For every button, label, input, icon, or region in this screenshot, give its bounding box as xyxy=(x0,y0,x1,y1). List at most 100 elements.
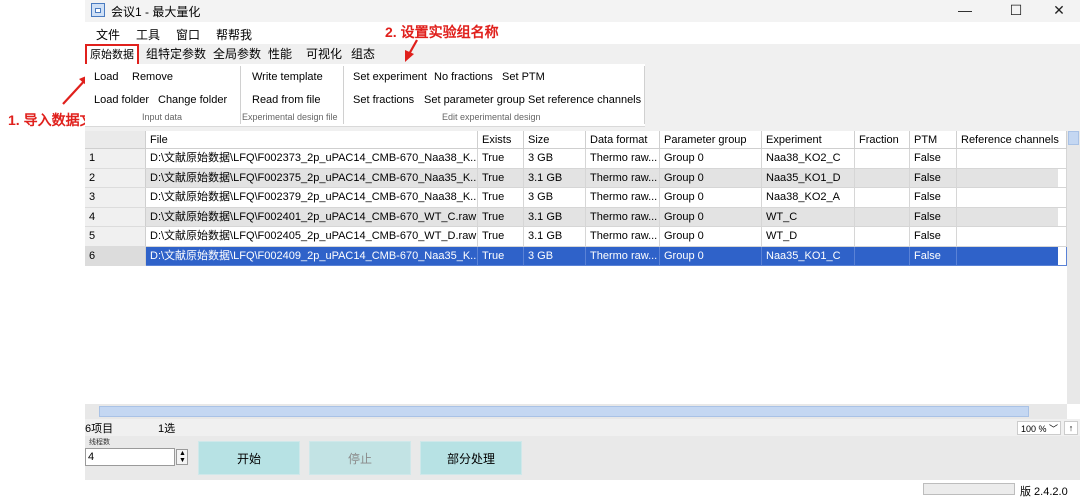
vertical-scroll-thumb[interactable] xyxy=(1068,131,1079,145)
load-button[interactable]: Load xyxy=(94,71,118,83)
cell-parameter-group[interactable]: Group 0 xyxy=(660,168,762,188)
cell-reference-channels[interactable] xyxy=(957,246,1067,266)
cell-fraction[interactable] xyxy=(855,188,910,208)
vertical-scrollbar[interactable] xyxy=(1067,131,1080,404)
close-button[interactable]: ✕ xyxy=(1036,0,1080,22)
cell-reference-channels[interactable] xyxy=(957,207,1067,227)
tab-group-params[interactable]: 组特定参数 xyxy=(144,46,208,62)
read-from-file-button[interactable]: Read from file xyxy=(252,94,320,106)
cell-data-format[interactable]: Thermo raw... xyxy=(586,168,660,188)
menu-file[interactable]: 文件 xyxy=(96,26,120,43)
threads-input[interactable]: 4 xyxy=(85,448,175,466)
row-header[interactable]: 6 xyxy=(85,246,146,266)
row-header[interactable]: 4 xyxy=(85,207,146,227)
cell-parameter-group[interactable]: Group 0 xyxy=(660,188,762,208)
horizontal-scrollbar[interactable] xyxy=(85,404,1067,419)
cell-reference-channels[interactable] xyxy=(957,168,1067,188)
cell-exists[interactable]: True xyxy=(478,246,524,266)
set-ptm-button[interactable]: Set PTM xyxy=(502,71,545,83)
column-header-size[interactable]: Size xyxy=(524,131,586,149)
cell-ptm[interactable]: False xyxy=(910,149,957,169)
cell-exists[interactable]: True xyxy=(478,149,524,169)
minimize-button[interactable]: — xyxy=(942,0,988,22)
cell-experiment[interactable]: WT_C xyxy=(762,207,855,227)
start-button[interactable]: 开始 xyxy=(198,441,300,475)
row-header[interactable]: 3 xyxy=(85,188,146,208)
cell-file[interactable]: D:\文献原始数据\LFQ\F002409_2p_uPAC14_CMB-670_… xyxy=(146,246,478,266)
cell-fraction[interactable] xyxy=(855,168,910,188)
cell-data-format[interactable]: Thermo raw... xyxy=(586,227,660,247)
maximize-button[interactable]: ☐ xyxy=(993,0,1039,22)
menu-window[interactable]: 窗口 xyxy=(176,26,200,43)
set-fractions-button[interactable]: Set fractions xyxy=(353,94,414,106)
row-header[interactable]: 5 xyxy=(85,227,146,247)
cell-parameter-group[interactable]: Group 0 xyxy=(660,227,762,247)
column-header-exists[interactable]: Exists xyxy=(478,131,524,149)
cell-file[interactable]: D:\文献原始数据\LFQ\F002401_2p_uPAC14_CMB-670_… xyxy=(146,207,478,227)
cell-data-format[interactable]: Thermo raw... xyxy=(586,246,660,266)
partial-processing-button[interactable]: 部分处理 xyxy=(420,441,522,475)
cell-ptm[interactable]: False xyxy=(910,227,957,247)
cell-size[interactable]: 3 GB xyxy=(524,149,586,169)
cell-fraction[interactable] xyxy=(855,227,910,247)
cell-file[interactable]: D:\文献原始数据\LFQ\F002405_2p_uPAC14_CMB-670_… xyxy=(146,227,478,247)
cell-fraction[interactable] xyxy=(855,207,910,227)
column-header-ptm[interactable]: PTM xyxy=(910,131,957,149)
horizontal-scroll-thumb[interactable] xyxy=(99,406,1029,417)
threads-stepper[interactable]: ▲▼ xyxy=(176,449,188,465)
set-experiment-button[interactable]: Set experiment xyxy=(353,71,427,83)
cell-experiment[interactable]: Naa35_KO1_C xyxy=(762,246,855,266)
write-template-button[interactable]: Write template xyxy=(252,71,323,83)
column-header-fraction[interactable]: Fraction xyxy=(855,131,910,149)
cell-experiment[interactable]: Naa35_KO1_D xyxy=(762,168,855,188)
column-header-data-format[interactable]: Data format xyxy=(586,131,660,149)
change-folder-button[interactable]: Change folder xyxy=(158,94,227,106)
cell-parameter-group[interactable]: Group 0 xyxy=(660,149,762,169)
cell-reference-channels[interactable] xyxy=(957,149,1067,169)
tab-global-params[interactable]: 全局参数 xyxy=(211,46,263,62)
cell-fraction[interactable] xyxy=(855,246,910,266)
menu-tools[interactable]: 工具 xyxy=(136,26,160,43)
stop-button[interactable]: 停止 xyxy=(309,441,411,475)
tab-configuration[interactable]: 组态 xyxy=(349,46,377,62)
cell-file[interactable]: D:\文献原始数据\LFQ\F002375_2p_uPAC14_CMB-670_… xyxy=(146,168,478,188)
remove-button[interactable]: Remove xyxy=(132,71,173,83)
cell-size[interactable]: 3.1 GB xyxy=(524,207,586,227)
tab-performance[interactable]: 性能 xyxy=(266,46,294,62)
cell-reference-channels[interactable] xyxy=(957,188,1067,208)
cell-parameter-group[interactable]: Group 0 xyxy=(660,207,762,227)
column-header-file[interactable]: File xyxy=(146,131,478,149)
cell-exists[interactable]: True xyxy=(478,227,524,247)
cell-data-format[interactable]: Thermo raw... xyxy=(586,149,660,169)
cell-exists[interactable]: True xyxy=(478,168,524,188)
column-header-parameter-group[interactable]: Parameter group xyxy=(660,131,762,149)
cell-ptm[interactable]: False xyxy=(910,207,957,227)
cell-file[interactable]: D:\文献原始数据\LFQ\F002379_2p_uPAC14_CMB-670_… xyxy=(146,188,478,208)
cell-data-format[interactable]: Thermo raw... xyxy=(586,188,660,208)
cell-experiment[interactable]: WT_D xyxy=(762,227,855,247)
cell-size[interactable]: 3 GB xyxy=(524,246,586,266)
cell-ptm[interactable]: False xyxy=(910,246,957,266)
no-fractions-button[interactable]: No fractions xyxy=(434,71,493,83)
cell-fraction[interactable] xyxy=(855,149,910,169)
set-reference-channels-button[interactable]: Set reference channels xyxy=(528,94,641,106)
cell-reference-channels[interactable] xyxy=(957,227,1067,247)
cell-size[interactable]: 3.1 GB xyxy=(524,168,586,188)
row-header[interactable]: 1 xyxy=(85,149,146,169)
load-folder-button[interactable]: Load folder xyxy=(94,94,149,106)
cell-exists[interactable]: True xyxy=(478,207,524,227)
cell-size[interactable]: 3 GB xyxy=(524,188,586,208)
cell-data-format[interactable]: Thermo raw... xyxy=(586,207,660,227)
row-header[interactable]: 2 xyxy=(85,168,146,188)
column-header-experiment[interactable]: Experiment xyxy=(762,131,855,149)
set-parameter-group-button[interactable]: Set parameter group xyxy=(424,94,525,106)
tab-raw-data[interactable]: 原始数据 xyxy=(85,44,139,66)
cell-experiment[interactable]: Naa38_KO2_A xyxy=(762,188,855,208)
cell-file[interactable]: D:\文献原始数据\LFQ\F002373_2p_uPAC14_CMB-670_… xyxy=(146,149,478,169)
cell-parameter-group[interactable]: Group 0 xyxy=(660,246,762,266)
cell-size[interactable]: 3.1 GB xyxy=(524,227,586,247)
zoom-select[interactable]: 100 % ﹀ xyxy=(1017,421,1061,435)
column-header-reference-channels[interactable]: Reference channels xyxy=(957,131,1067,149)
cell-ptm[interactable]: False xyxy=(910,168,957,188)
tab-visualization[interactable]: 可视化 xyxy=(304,46,344,62)
